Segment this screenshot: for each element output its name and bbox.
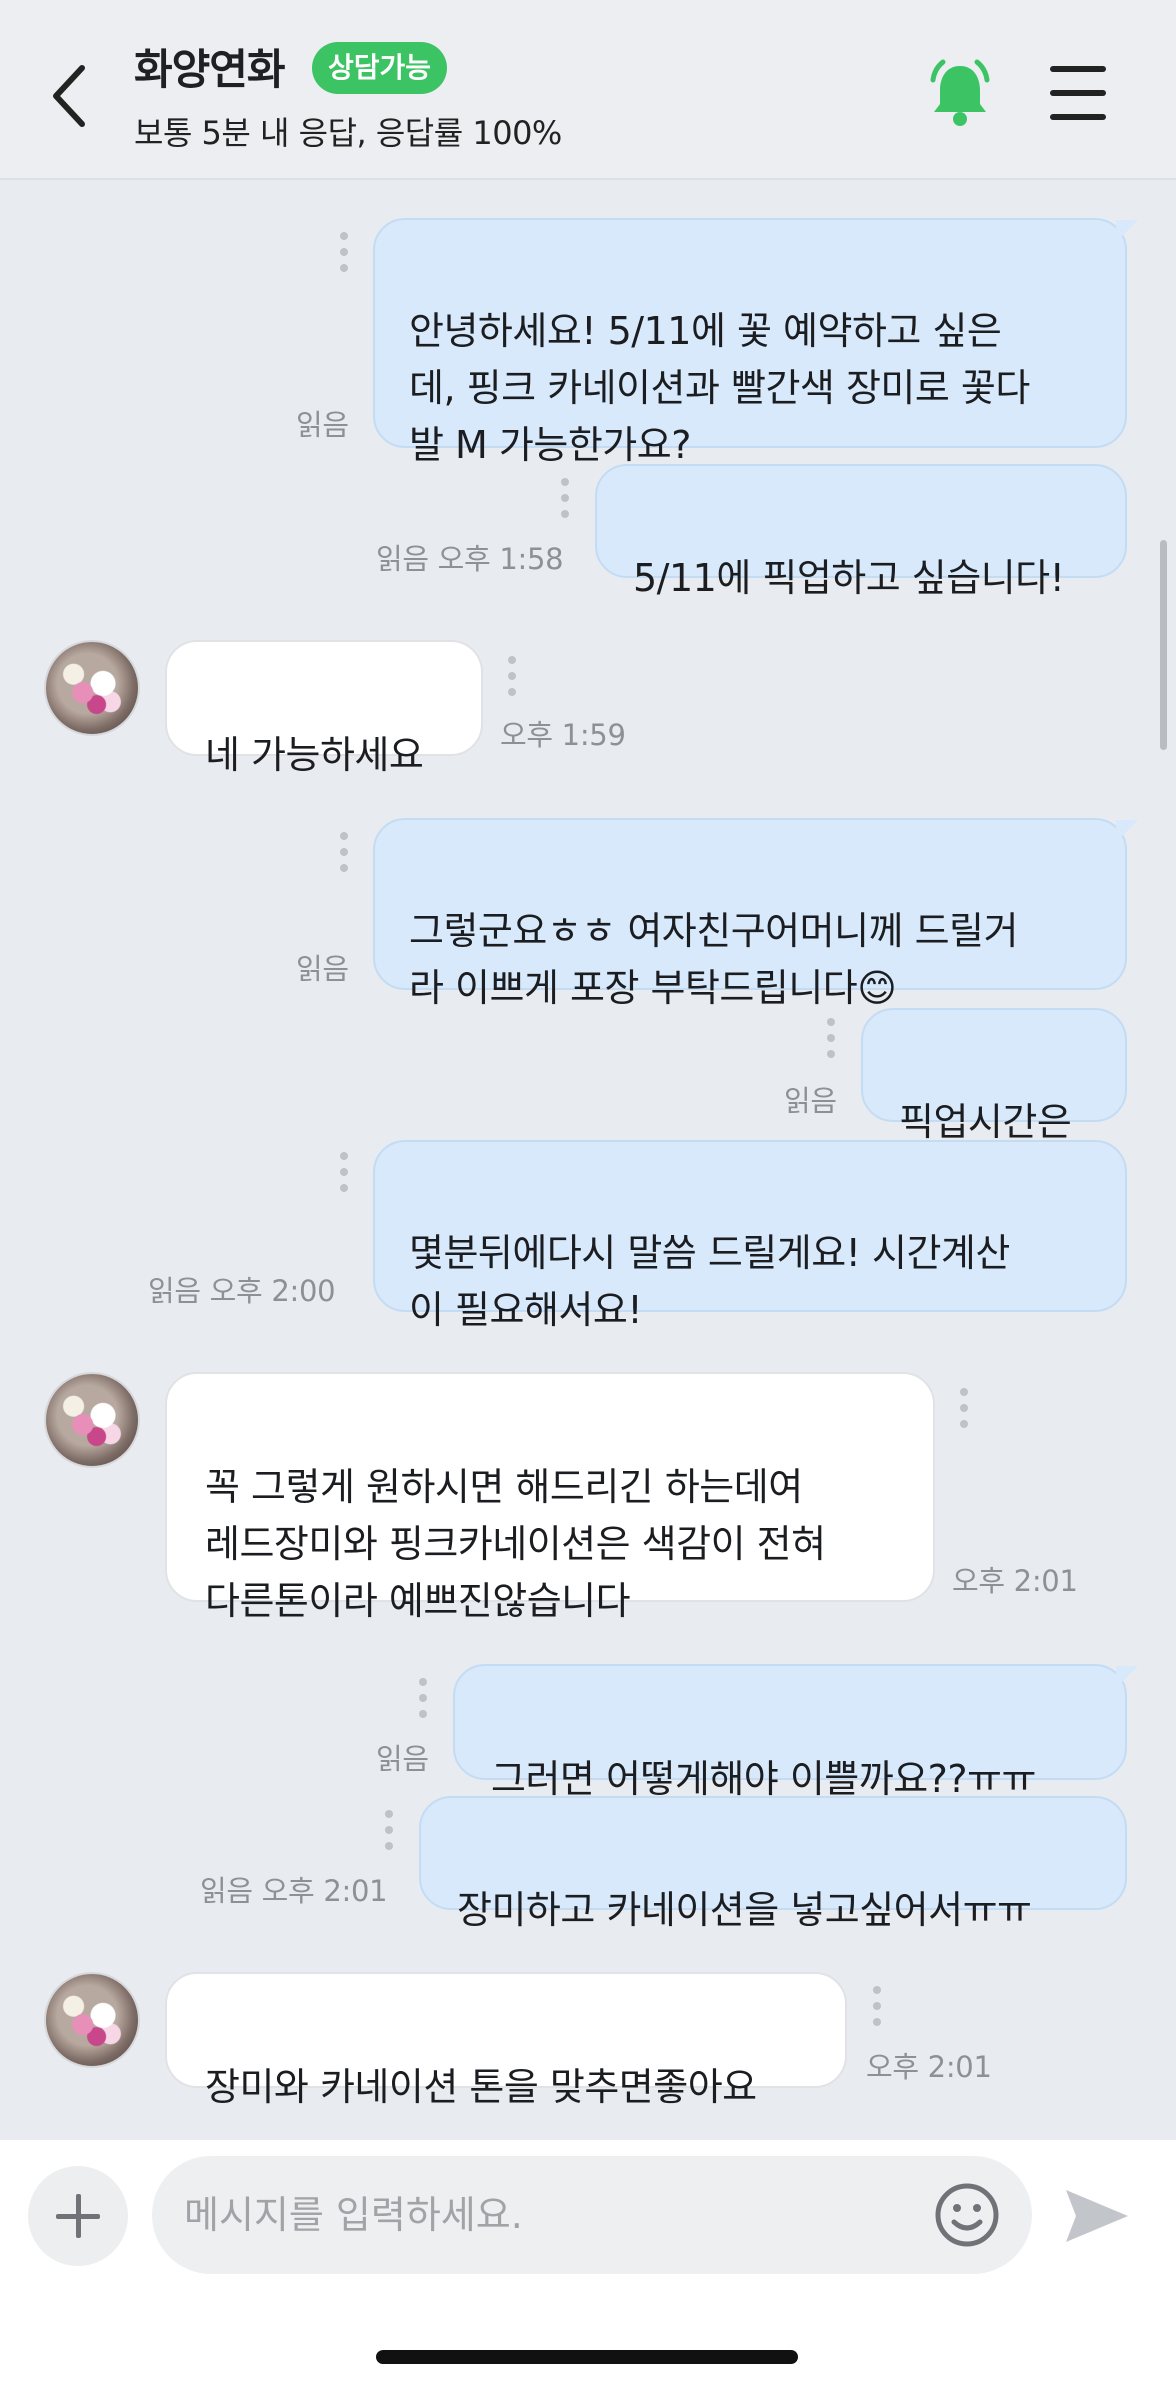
scrollbar-thumb[interactable]	[1160, 540, 1167, 750]
hamburger-menu-button[interactable]	[1050, 64, 1108, 122]
message-meta: 읽음 오후 1:58	[376, 542, 564, 576]
chat-title: 화양연화	[134, 45, 286, 94]
more-options-icon[interactable]	[872, 1986, 882, 2030]
response-rate-text: 보통 5분 내 응답, 응답률 100%	[134, 114, 562, 152]
outgoing-message[interactable]: 몇분뒤에다시 말씀 드릴게요! 시간계산 이 필요해서요!	[373, 1140, 1127, 1332]
message-meta: 오후 2:01	[866, 2050, 992, 2084]
more-options-icon[interactable]	[560, 478, 570, 522]
more-options-icon[interactable]	[418, 1678, 428, 1722]
outgoing-message[interactable]: 장미하고 카네이션을 넣고싶어서ㅠㅠ	[419, 1796, 1127, 1932]
message-text: 꼭 그렇게 원하시면 해드리긴 하는데여 레드장미와 핑크카네이션은 색감이 전…	[205, 1465, 826, 1623]
outgoing-message[interactable]: 그러면 어떻게해야 이쁠까요??ㅠㅠ	[453, 1664, 1127, 1801]
menu-line	[1050, 66, 1106, 72]
incoming-message[interactable]: 네 가능하세요	[165, 640, 483, 777]
message-text: 네 가능하세요	[205, 733, 424, 777]
smiling-face-emoji: 😊	[857, 966, 897, 1010]
more-options-icon[interactable]	[339, 832, 349, 876]
send-button[interactable]	[1064, 2186, 1130, 2246]
message-meta: 읽음	[296, 408, 349, 442]
message-text: 안녕하세요! 5/11에 꽃 예약하고 싶은 데, 핑크 카네이션과 빨간색 장…	[409, 309, 1030, 467]
message-text: 장미와 카네이션 톤을 맞추면좋아요	[205, 2065, 757, 2109]
more-options-icon[interactable]	[339, 1152, 349, 1196]
message-text: 5/11에 픽업하고 싶습니다!	[633, 556, 1065, 600]
outgoing-message[interactable]: 픽업시간은	[861, 1008, 1127, 1144]
more-options-icon[interactable]	[507, 656, 517, 700]
attach-button[interactable]	[28, 2166, 128, 2266]
message-meta: 읽음 오후 2:00	[148, 1274, 336, 1308]
message-meta: 읽음	[376, 1742, 429, 1776]
message-input[interactable]	[152, 2156, 1032, 2274]
emoji-button[interactable]	[932, 2180, 1002, 2250]
shop-avatar[interactable]	[44, 1372, 140, 1468]
message-meta: 오후 2:01	[952, 1564, 1078, 1598]
home-indicator	[376, 2350, 798, 2364]
more-options-icon[interactable]	[384, 1810, 394, 1854]
shop-avatar[interactable]	[44, 1972, 140, 2068]
message-text: 픽업시간은	[899, 1100, 1072, 1144]
more-options-icon[interactable]	[826, 1018, 836, 1062]
menu-line	[1050, 90, 1106, 96]
shop-avatar[interactable]	[44, 640, 140, 736]
status-badge: 상담가능	[312, 42, 448, 94]
message-meta: 읽음	[296, 952, 349, 986]
message-text: 그렇군요ㅎㅎ 여자친구어머니께 드릴거 라 이쁘게 포장 부탁드립니다	[409, 909, 1018, 1010]
back-arrow-icon	[53, 65, 85, 127]
notification-button[interactable]	[924, 56, 996, 132]
incoming-message[interactable]: 장미와 카네이션 톤을 맞추면좋아요	[165, 1972, 847, 2109]
more-options-icon[interactable]	[959, 1388, 969, 1432]
message-meta: 오후 1:59	[500, 718, 626, 752]
bubble-tail	[1116, 1666, 1138, 1688]
more-options-icon[interactable]	[339, 232, 349, 276]
emoji-icon	[935, 2183, 999, 2247]
message-text: 그러면 어떻게해야 이쁠까요??ㅠㅠ	[491, 1757, 1036, 1801]
chat-screen: 화양연화 상담가능 보통 5분 내 응답, 응답률 100% 읽음 안녕하세요!…	[0, 0, 1176, 2391]
bubble-tail	[1116, 220, 1138, 242]
outgoing-message[interactable]: 5/11에 픽업하고 싶습니다!	[595, 464, 1127, 600]
message-meta: 읽음 오후 2:01	[200, 1874, 388, 1908]
menu-line	[1050, 114, 1106, 120]
send-icon	[1066, 2190, 1128, 2242]
message-meta: 읽음	[784, 1084, 837, 1118]
chat-header: 화양연화 상담가능 보통 5분 내 응답, 응답률 100%	[0, 0, 1176, 180]
message-text: 장미하고 카네이션을 넣고싶어서ㅠㅠ	[457, 1888, 1032, 1932]
bubble-tail	[1116, 820, 1138, 842]
bell-icon	[930, 59, 990, 126]
message-text: 몇분뒤에다시 말씀 드릴게요! 시간계산 이 필요해서요!	[409, 1231, 1010, 1332]
outgoing-message[interactable]: 안녕하세요! 5/11에 꽃 예약하고 싶은 데, 핑크 카네이션과 빨간색 장…	[373, 218, 1127, 467]
outgoing-message[interactable]: 그렇군요ㅎㅎ 여자친구어머니께 드릴거 라 이쁘게 포장 부탁드립니다😊	[373, 818, 1127, 1010]
incoming-message[interactable]: 꼭 그렇게 원하시면 해드리긴 하는데여 레드장미와 핑크카네이션은 색감이 전…	[165, 1372, 935, 1623]
back-button[interactable]	[44, 56, 104, 136]
